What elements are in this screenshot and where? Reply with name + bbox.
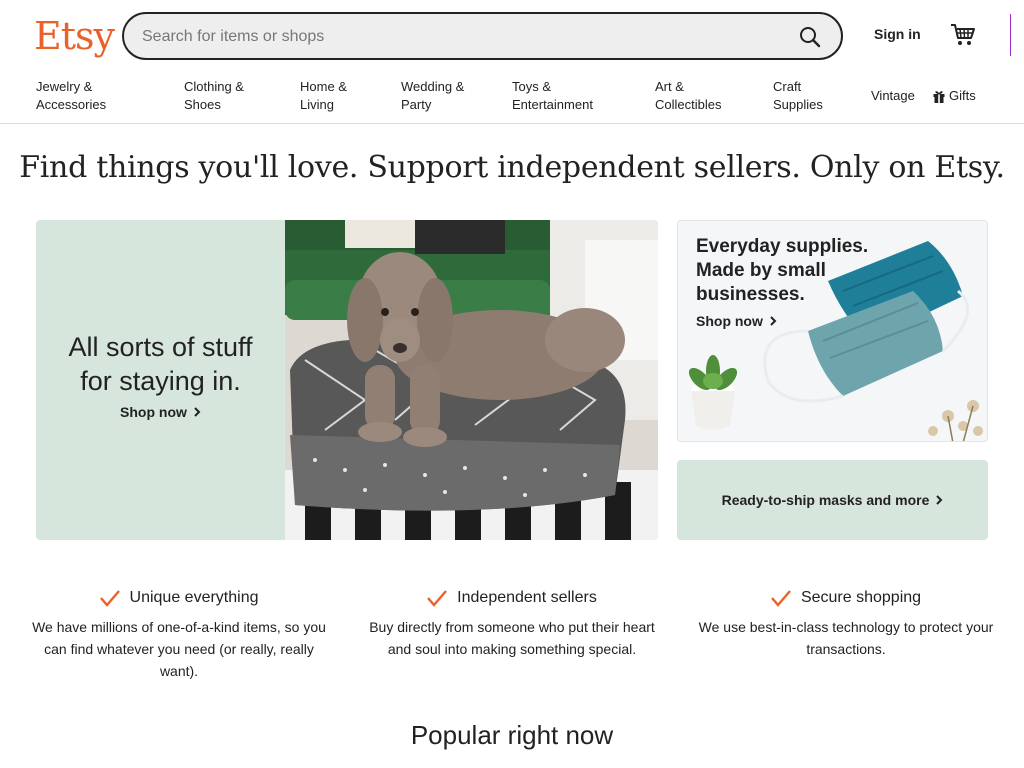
sign-in-link[interactable]: Sign in: [874, 26, 921, 42]
nav-label: Gifts: [949, 88, 976, 103]
search-button[interactable]: [795, 22, 825, 52]
banner-staying-in[interactable]: All sorts of stuff for staying in. Shop …: [36, 220, 658, 540]
nav-label: Clothing &: [184, 79, 244, 94]
search-bar: [122, 12, 843, 60]
shop-now-link[interactable]: Shop now: [696, 313, 777, 329]
banner-heading-line: Everyday supplies.: [696, 236, 869, 257]
banner-heading-line: for staying in.: [80, 366, 241, 396]
value-prop-line: Buy directly from someone who put their …: [369, 619, 655, 635]
nav-vintage[interactable]: Vintage: [871, 87, 915, 105]
search-input[interactable]: [142, 25, 782, 49]
value-prop-heading: Secure shopping: [771, 586, 921, 610]
value-prop-sellers: Independent sellers Buy directly from so…: [362, 586, 662, 660]
banner-text: All sorts of stuff for staying in. Shop …: [36, 330, 285, 422]
banner-text: Everyday supplies. Made by small busines…: [696, 235, 868, 331]
shop-now-label: Shop now: [696, 313, 763, 329]
check-icon: [99, 590, 120, 607]
etsy-logo[interactable]: Etsy: [34, 14, 115, 58]
nav-art-collectibles[interactable]: Art & Collectibles: [655, 78, 721, 114]
nav-jewelry-accessories[interactable]: Jewelry & Accessories: [36, 78, 106, 114]
shop-now-label: Shop now: [120, 404, 187, 420]
nav-label: Jewelry &: [36, 79, 93, 94]
nav-label: Toys &: [512, 79, 552, 94]
gift-icon: [933, 90, 945, 103]
chevron-right-icon: [936, 495, 943, 505]
nav-clothing-shoes[interactable]: Clothing & Shoes: [184, 78, 244, 114]
search-icon: [800, 27, 821, 48]
value-prop-text: We use best-in-class technology to prote…: [694, 616, 998, 660]
value-prop-text: Buy directly from someone who put their …: [362, 616, 662, 660]
value-prop-heading: Unique everything: [99, 586, 259, 610]
cart-icon: [951, 24, 975, 45]
value-prop-title: Independent sellers: [457, 589, 597, 606]
banner-heading-line: Made by small: [696, 260, 826, 281]
nav-label: Collectibles: [655, 97, 722, 112]
cart-button[interactable]: [943, 16, 983, 54]
nav-label: Living: [300, 97, 334, 112]
value-prop-text: We have millions of one-of-a-kind items,…: [30, 616, 328, 682]
side-panel-edge[interactable]: [1010, 14, 1024, 56]
nav-toys-entertainment[interactable]: Toys & Entertainment: [512, 78, 593, 114]
banner-heading-line: All sorts of stuff: [68, 332, 253, 362]
nav-label: Party: [401, 97, 432, 112]
nav-label: Craft: [773, 79, 802, 94]
value-prop-secure: Secure shopping We use best-in-class tec…: [694, 586, 998, 660]
check-icon: [427, 590, 448, 607]
banner-masks[interactable]: Ready-to-ship masks and more: [677, 460, 988, 540]
nav-label: Wedding &: [401, 79, 465, 94]
nav-label: Vintage: [871, 88, 915, 103]
popular-heading: Popular right now: [410, 720, 614, 750]
nav-craft-supplies[interactable]: Craft Supplies: [773, 78, 823, 114]
value-prop-line: and soul into making something special.: [387, 641, 637, 657]
value-prop-line: want).: [159, 663, 199, 679]
nav-home-living[interactable]: Home & Living: [300, 78, 347, 114]
nav-wedding-party[interactable]: Wedding & Party: [401, 78, 464, 114]
hero-title: Find things you'll love. Support indepen…: [19, 150, 1005, 185]
banner-everyday-supplies[interactable]: Everyday supplies. Made by small busines…: [677, 220, 988, 442]
value-prop-title: Secure shopping: [800, 589, 922, 606]
value-prop-line: can find whatever you need (or really, r…: [44, 641, 314, 657]
site-header: Etsy Sign in Jewelry & Accessories Cloth…: [0, 0, 1024, 124]
chevron-right-icon: [770, 316, 777, 326]
poodle-photo: [285, 220, 658, 540]
value-prop-line: We use best-in-class technology to prote…: [698, 619, 994, 635]
check-icon: [771, 590, 791, 607]
value-prop-heading: Independent sellers: [427, 586, 597, 610]
masks-link[interactable]: Ready-to-ship masks and more: [722, 492, 944, 508]
nav-label: Supplies: [773, 97, 823, 112]
nav-label: Art &: [655, 79, 684, 94]
nav-label: Accessories: [36, 97, 107, 112]
value-prop-unique: Unique everything We have millions of on…: [30, 586, 328, 682]
value-prop-line: We have millions of one-of-a-kind items,…: [32, 619, 326, 635]
banner-heading-line: businesses.: [696, 284, 805, 305]
nav-gifts[interactable]: Gifts: [933, 87, 976, 105]
shop-now-link[interactable]: Shop now: [120, 404, 201, 420]
nav-label: Shoes: [184, 97, 221, 112]
chevron-right-icon: [194, 407, 201, 417]
nav-label: Home &: [300, 79, 347, 94]
nav-label: Entertainment: [512, 97, 593, 112]
masks-link-label: Ready-to-ship masks and more: [721, 492, 930, 508]
value-prop-line: transactions.: [806, 641, 886, 657]
value-prop-title: Unique everything: [129, 589, 259, 606]
